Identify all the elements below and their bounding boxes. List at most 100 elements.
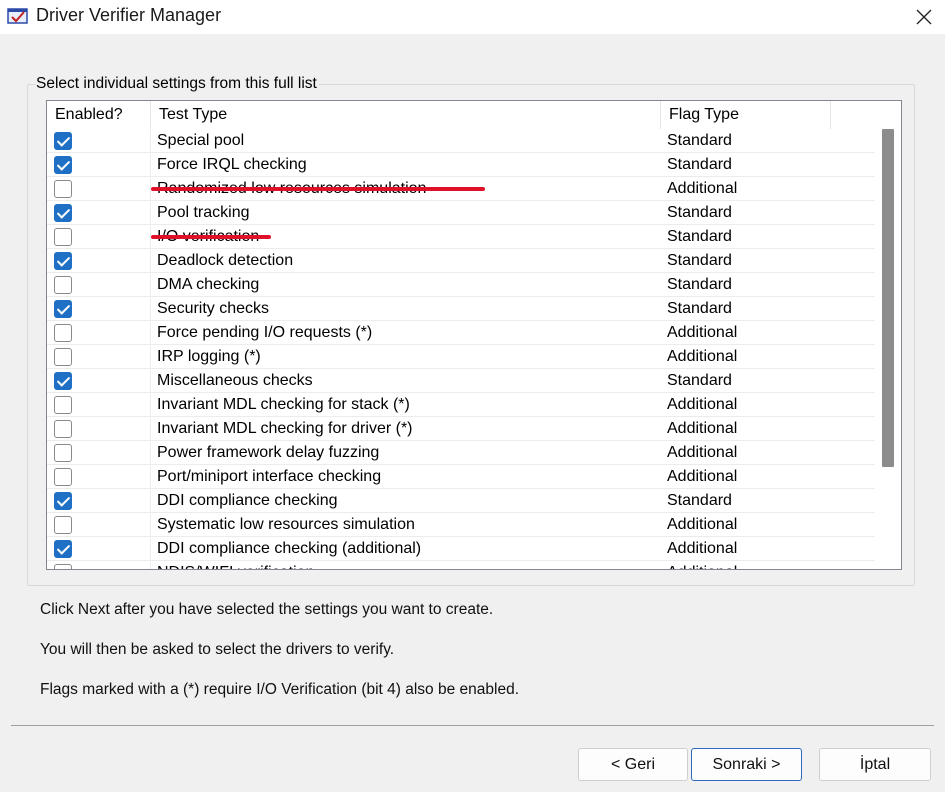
list-item[interactable]: Force IRQL checking Standard xyxy=(47,153,875,177)
vertical-scrollbar[interactable] xyxy=(877,129,901,569)
test-type-label: Special pool xyxy=(157,132,245,149)
enabled-checkbox[interactable] xyxy=(54,564,72,569)
info-text-next: Click Next after you have selected the s… xyxy=(40,601,494,618)
enabled-checkbox[interactable] xyxy=(54,420,72,438)
column-header-enabled[interactable]: Enabled? xyxy=(47,101,151,129)
enabled-cell xyxy=(47,537,151,561)
strikethrough-mark xyxy=(151,235,271,239)
flag-type-label: Standard xyxy=(667,492,732,509)
enabled-cell xyxy=(47,465,151,489)
enabled-cell xyxy=(47,129,151,153)
list-item[interactable]: Power framework delay fuzzing Additional xyxy=(47,441,875,465)
flag-type-label: Standard xyxy=(667,228,732,245)
list-item[interactable]: Pool tracking Standard xyxy=(47,201,875,225)
enabled-cell xyxy=(47,297,151,321)
enabled-cell xyxy=(47,153,151,177)
settings-list[interactable]: Enabled? Test Type Flag Type Special poo… xyxy=(46,100,902,570)
list-item[interactable]: NDIS/WIFI verification Additional xyxy=(47,561,875,569)
flag-type-label: Additional xyxy=(667,180,738,197)
info-text-flags: Flags marked with a (*) require I/O Veri… xyxy=(40,681,520,698)
test-type-label: Invariant MDL checking for driver (*) xyxy=(157,420,413,437)
strikethrough-mark xyxy=(151,187,485,191)
flag-type-label: Standard xyxy=(667,156,732,173)
enabled-cell xyxy=(47,273,151,297)
enabled-cell xyxy=(47,561,151,569)
list-item[interactable]: Security checks Standard xyxy=(47,297,875,321)
enabled-checkbox[interactable] xyxy=(54,132,72,150)
test-type-label: DDI compliance checking (additional) xyxy=(157,540,422,557)
flag-type-label: Additional xyxy=(667,468,738,485)
list-item[interactable]: Invariant MDL checking for stack (*) Addi… xyxy=(47,393,875,417)
enabled-checkbox[interactable] xyxy=(54,492,72,510)
test-type-label: Force IRQL checking xyxy=(157,156,307,173)
list-item[interactable]: Randomized low resources simulationAddit… xyxy=(47,177,875,201)
list-item[interactable]: Systematic low resources simulation Addit… xyxy=(47,513,875,537)
enabled-checkbox[interactable] xyxy=(54,516,72,534)
test-type-label: Security checks xyxy=(157,300,270,317)
enabled-cell xyxy=(47,225,151,249)
column-header-test-type[interactable]: Test Type xyxy=(151,101,661,129)
test-type-label: DDI compliance checking xyxy=(157,492,338,509)
list-item[interactable]: Miscellaneous checks Standard xyxy=(47,369,875,393)
list-item[interactable]: IRP logging (*) Additional xyxy=(47,345,875,369)
enabled-checkbox[interactable] xyxy=(54,252,72,270)
enabled-cell xyxy=(47,345,151,369)
test-type-label: Deadlock detection xyxy=(157,252,294,269)
back-button[interactable]: < Geri xyxy=(578,748,688,781)
flag-type-label: Additional xyxy=(667,396,738,413)
scrollbar-thumb[interactable] xyxy=(882,129,894,467)
list-item[interactable]: DDI compliance checking (additional) Addi… xyxy=(47,537,875,561)
flag-type-label: Standard xyxy=(667,132,732,149)
flag-type-label: Additional xyxy=(667,540,738,557)
enabled-checkbox[interactable] xyxy=(54,228,72,246)
enabled-checkbox[interactable] xyxy=(54,300,72,318)
test-type-label: Force pending I/O requests (*) xyxy=(157,324,373,341)
next-button[interactable]: Sonraki > xyxy=(691,748,802,781)
test-type-label: DMA checking xyxy=(157,276,260,293)
flag-type-label: Standard xyxy=(667,252,732,269)
enabled-cell xyxy=(47,393,151,417)
test-type-label: NDIS/WIFI verification xyxy=(157,561,314,569)
enabled-checkbox[interactable] xyxy=(54,180,72,198)
enabled-checkbox[interactable] xyxy=(54,372,72,390)
enabled-checkbox[interactable] xyxy=(54,276,72,294)
test-type-label: IRP logging (*) xyxy=(157,348,261,365)
list-item[interactable]: DMA checking Standard xyxy=(47,273,875,297)
enabled-checkbox[interactable] xyxy=(54,324,72,342)
flag-type-label: Additional xyxy=(667,324,738,341)
enabled-checkbox[interactable] xyxy=(54,396,72,414)
list-item[interactable]: Force pending I/O requests (*) Additional xyxy=(47,321,875,345)
enabled-checkbox[interactable] xyxy=(54,348,72,366)
enabled-cell xyxy=(47,201,151,225)
list-item[interactable]: Invariant MDL checking for driver (*) Add… xyxy=(47,417,875,441)
test-type-label: Pool tracking xyxy=(157,204,250,221)
list-item[interactable]: Special pool Standard xyxy=(47,129,875,153)
flag-type-label: Additional xyxy=(667,444,738,461)
enabled-cell xyxy=(47,177,151,201)
list-item[interactable]: Port/miniport interface checking Addition… xyxy=(47,465,875,489)
flag-type-label: Standard xyxy=(667,300,732,317)
flag-type-label: Additional xyxy=(667,420,738,437)
separator xyxy=(11,725,934,726)
enabled-checkbox[interactable] xyxy=(54,540,72,558)
flag-type-label: Standard xyxy=(667,372,732,389)
flag-type-label: Additional xyxy=(667,348,738,365)
list-item[interactable]: I/O verificationStandard xyxy=(47,225,875,249)
enabled-cell xyxy=(47,321,151,345)
enabled-checkbox[interactable] xyxy=(54,444,72,462)
title-bar: Driver Verifier Manager xyxy=(0,0,945,34)
list-header: Enabled? Test Type Flag Type xyxy=(47,101,901,129)
groupbox-label: Select individual settings from this ful… xyxy=(36,75,319,93)
list-item[interactable]: DDI compliance checking Standard xyxy=(47,489,875,513)
enabled-checkbox[interactable] xyxy=(54,204,72,222)
list-item[interactable]: Deadlock detection Standard xyxy=(47,249,875,273)
test-type-label: Invariant MDL checking for stack (*) xyxy=(157,396,410,413)
flag-type-label: Standard xyxy=(667,276,732,293)
window-title: Driver Verifier Manager xyxy=(36,5,222,25)
enabled-checkbox[interactable] xyxy=(54,156,72,174)
cancel-button[interactable]: İptal xyxy=(819,748,931,781)
flag-type-label: Additional xyxy=(667,516,738,533)
enabled-checkbox[interactable] xyxy=(54,468,72,486)
close-button[interactable] xyxy=(902,0,945,34)
column-header-flag-type[interactable]: Flag Type xyxy=(661,101,831,129)
